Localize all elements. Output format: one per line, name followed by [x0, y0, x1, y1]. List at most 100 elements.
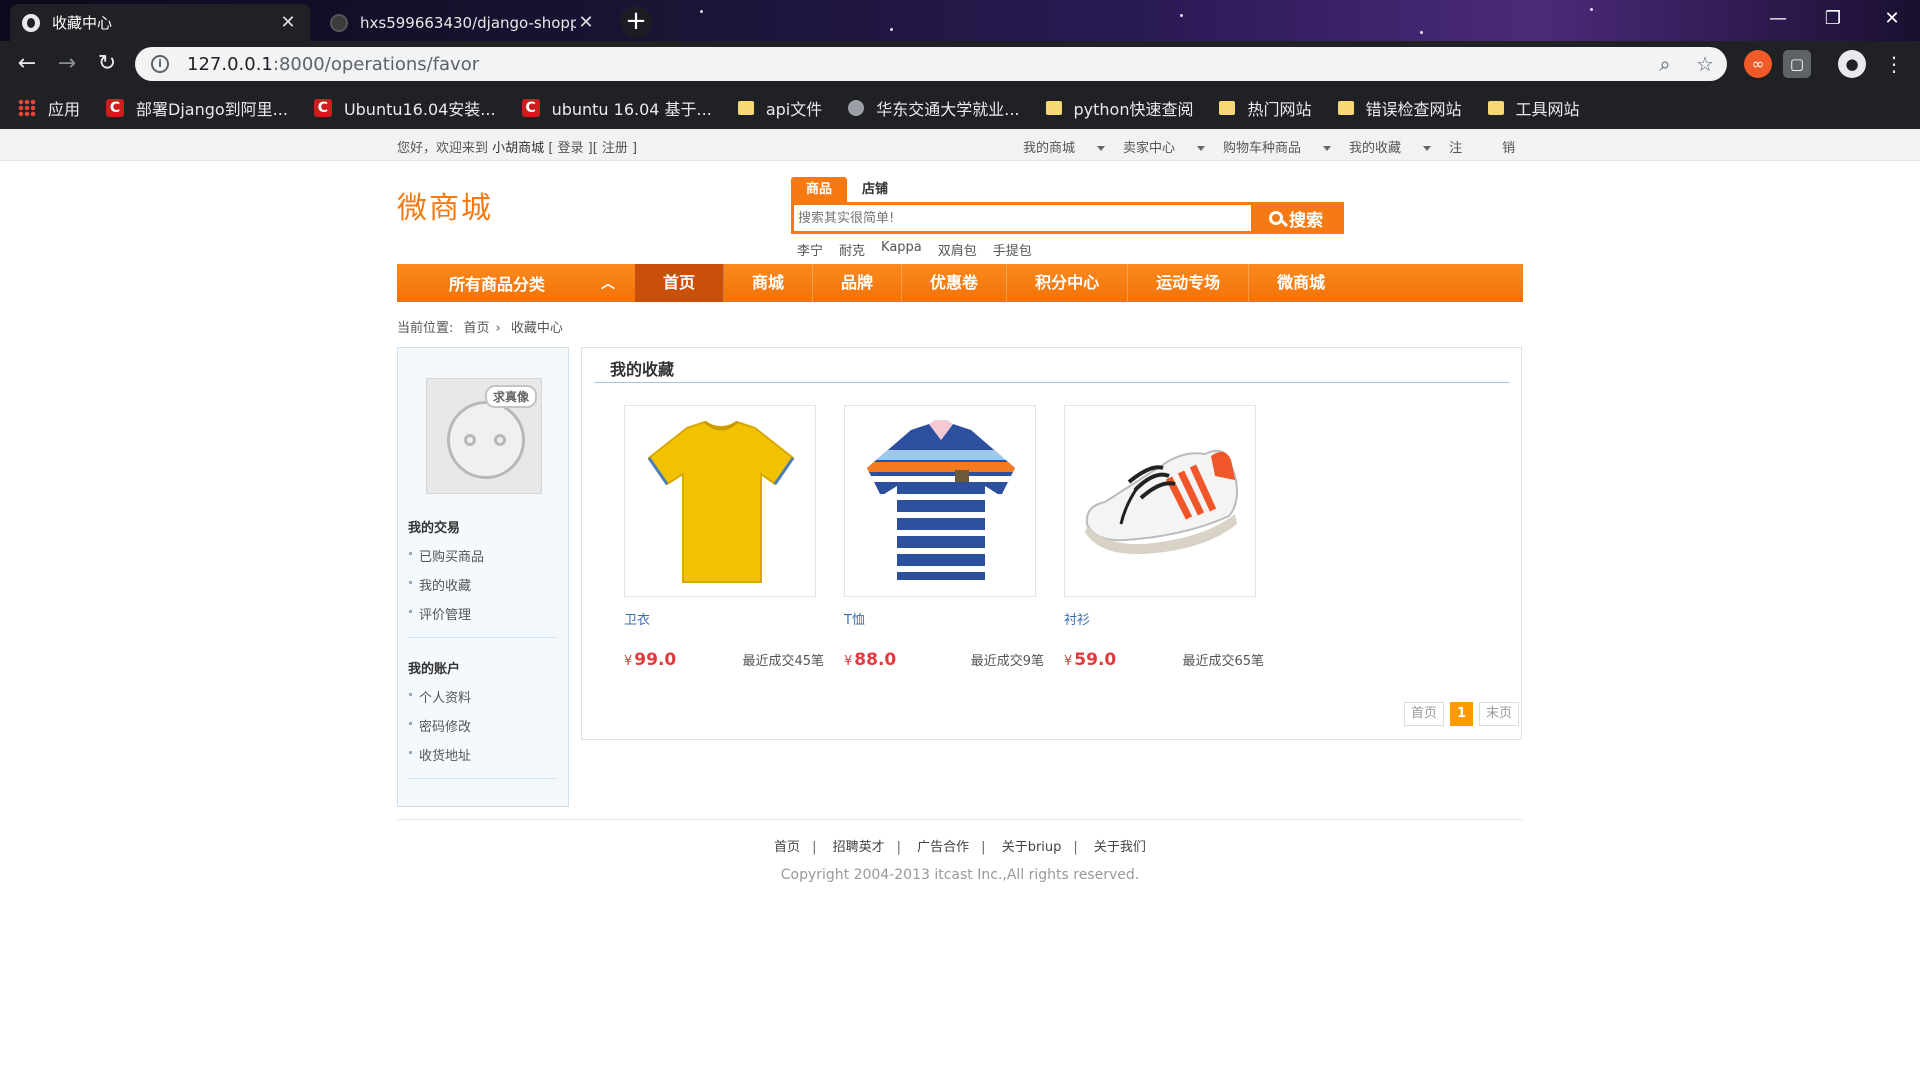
- product-card: T恤 ¥88.0 最近成交9笔: [844, 405, 1044, 670]
- minimize-window-button[interactable]: —: [1748, 0, 1808, 41]
- nav-item-brand[interactable]: 品牌: [813, 264, 903, 302]
- bookmark-folder[interactable]: 热门网站: [1219, 96, 1312, 120]
- bookmark-star-icon[interactable]: ☆: [1693, 52, 1717, 76]
- all-categories-menu[interactable]: 所有商品分类 ︿: [397, 264, 635, 302]
- bookmark-item[interactable]: C Ubuntu16.04安装...: [313, 96, 496, 120]
- search-input[interactable]: [794, 205, 1251, 231]
- sidebar-group-trade: 我的交易 已购买商品 我的收藏 评价管理: [408, 517, 558, 638]
- nav-item-points[interactable]: 积分中心: [1007, 264, 1129, 302]
- footer-link-home[interactable]: 首页: [774, 840, 800, 855]
- search-tab-goods[interactable]: 商品: [791, 177, 847, 202]
- bookmark-folder[interactable]: api文件: [737, 96, 822, 120]
- hot-word[interactable]: 手提包: [993, 240, 1032, 259]
- extension-icon[interactable]: ▢: [1783, 50, 1811, 78]
- bookmark-label: python快速查阅: [1073, 100, 1194, 119]
- nav-item-mall[interactable]: 商城: [724, 264, 814, 302]
- pager-current[interactable]: 1: [1449, 702, 1473, 726]
- product-name[interactable]: 卫衣: [624, 609, 816, 628]
- extension-icon[interactable]: ∞: [1744, 50, 1772, 78]
- restore-window-button[interactable]: ❐: [1803, 0, 1863, 41]
- sidebar-item-reviews[interactable]: 评价管理: [408, 604, 558, 623]
- site-logo[interactable]: 微商城: [397, 183, 493, 227]
- my-mall-menu[interactable]: 我的商城: [1023, 137, 1106, 156]
- striped-polo-icon: [867, 420, 1015, 580]
- search-tabs: 商品 店铺: [791, 177, 1344, 202]
- sidebar-item-address[interactable]: 收货地址: [408, 745, 558, 764]
- product-image-shirt[interactable]: [1064, 405, 1256, 597]
- sidebar-item-profile[interactable]: 个人资料: [408, 687, 558, 706]
- menu-kebab-icon[interactable]: ⋮: [1880, 50, 1908, 78]
- hot-word[interactable]: 双肩包: [938, 240, 977, 259]
- new-tab-button[interactable]: +: [620, 6, 652, 38]
- footer-link-about-briup[interactable]: 关于briup: [1002, 840, 1062, 855]
- hot-word[interactable]: Kappa: [881, 240, 922, 259]
- zoom-icon[interactable]: ⌕: [1653, 52, 1677, 76]
- reload-icon[interactable]: ↻: [92, 49, 122, 79]
- bookmark-label: 错误检查网站: [1365, 100, 1462, 119]
- address-bar[interactable]: i 127.0.0.1:8000/operations/favor ⌕ ☆: [135, 47, 1727, 81]
- browser-tab[interactable]: hxs599663430/django-shoppi ✕: [318, 4, 608, 41]
- shop-name[interactable]: 小胡商城: [492, 141, 544, 156]
- main-nav: 所有商品分类 ︿ 首页 商城 品牌 优惠卷 积分中心 运动专场 微商城: [397, 264, 1523, 302]
- close-window-button[interactable]: ✕: [1862, 0, 1920, 41]
- bookmark-item[interactable]: 华东交通大学就业...: [848, 96, 1020, 120]
- product-image-tshirt[interactable]: [844, 405, 1036, 597]
- chevron-up-icon: ︿: [601, 276, 615, 292]
- bookmark-folder[interactable]: 错误检查网站: [1337, 96, 1462, 120]
- hot-word[interactable]: 李宁: [797, 240, 823, 259]
- seller-center-menu[interactable]: 卖家中心: [1123, 137, 1206, 156]
- price-value: 99.0: [634, 650, 677, 670]
- price-value: 88.0: [854, 650, 897, 670]
- favorites-panel: 我的收藏 卫衣 ¥99.0 最近成交45笔 T恤 ¥ 88.0 最近成交9笔 衬…: [581, 347, 1522, 740]
- sidebar-item-favorites[interactable]: 我的收藏: [408, 575, 558, 594]
- back-arrow-icon[interactable]: ←: [12, 49, 42, 79]
- footer-link-about-us[interactable]: 关于我们: [1094, 840, 1146, 855]
- nav-item-weshop[interactable]: 微商城: [1249, 264, 1353, 302]
- bookmark-item[interactable]: C 部署Django到阿里...: [106, 96, 288, 120]
- close-tab-icon[interactable]: ✕: [278, 12, 298, 33]
- recent-deals: 最近成交9笔: [970, 654, 1044, 669]
- bookmark-folder[interactable]: python快速查阅: [1045, 96, 1194, 120]
- footer-separator: |: [1073, 840, 1078, 855]
- search-button[interactable]: 搜索: [1251, 205, 1341, 231]
- pager-first[interactable]: 首页: [1403, 702, 1444, 726]
- my-favorites-menu[interactable]: 我的收藏: [1349, 137, 1432, 156]
- cart-menu[interactable]: 购物车种商品: [1223, 137, 1332, 156]
- bookmark-item[interactable]: C ubuntu 16.04 基于...: [521, 96, 712, 120]
- browser-tab-active[interactable]: 收藏中心 ✕: [10, 4, 310, 41]
- footer-link-jobs[interactable]: 招聘英才: [833, 840, 885, 855]
- tab-title: hxs599663430/django-shoppi: [360, 13, 576, 32]
- login-register-links[interactable]: [ 登录 ][ 注册 ]: [548, 141, 637, 156]
- my-mall-label: 我的商城: [1023, 141, 1076, 156]
- profile-avatar-icon[interactable]: ●: [1838, 50, 1866, 78]
- nav-item-sports[interactable]: 运动专场: [1128, 264, 1250, 302]
- recent-deals: 最近成交65笔: [1182, 654, 1264, 669]
- product-name[interactable]: T恤: [844, 609, 1036, 628]
- sidebar-item-password[interactable]: 密码修改: [408, 716, 558, 735]
- avatar-face-icon: [447, 401, 525, 479]
- search-tab-shops[interactable]: 店铺: [847, 177, 903, 202]
- forward-arrow-icon[interactable]: →: [52, 49, 82, 79]
- background-star: [890, 28, 893, 31]
- breadcrumb-home[interactable]: 首页: [464, 321, 490, 336]
- sidebar-item-purchased[interactable]: 已购买商品: [408, 546, 558, 565]
- my-favorites-label: 我的收藏: [1349, 141, 1402, 156]
- logout-link[interactable]: 注销: [1449, 137, 1533, 156]
- footer-separator: |: [896, 840, 901, 855]
- footer-link-ads[interactable]: 广告合作: [917, 840, 969, 855]
- dropdown-caret-icon: [1197, 146, 1206, 151]
- product-image-sweatshirt[interactable]: [624, 405, 816, 597]
- bookmark-folder[interactable]: 工具网站: [1487, 96, 1580, 120]
- browser-tab-strip: 收藏中心 ✕ hxs599663430/django-shoppi ✕ + — …: [0, 0, 1920, 41]
- nav-item-coupon[interactable]: 优惠卷: [902, 264, 1008, 302]
- pager-last[interactable]: 末页: [1478, 702, 1519, 726]
- product-name[interactable]: 衬衫: [1064, 609, 1256, 628]
- nav-item-home[interactable]: 首页: [635, 264, 725, 302]
- hot-word[interactable]: 耐克: [839, 240, 865, 259]
- dropdown-caret-icon: [1423, 146, 1432, 151]
- close-tab-icon[interactable]: ✕: [576, 12, 596, 33]
- site-info-icon[interactable]: i: [151, 55, 169, 73]
- search-icon: [1269, 211, 1283, 225]
- bookmark-apps[interactable]: 应用: [18, 96, 80, 120]
- avatar[interactable]: 求真像: [426, 378, 542, 494]
